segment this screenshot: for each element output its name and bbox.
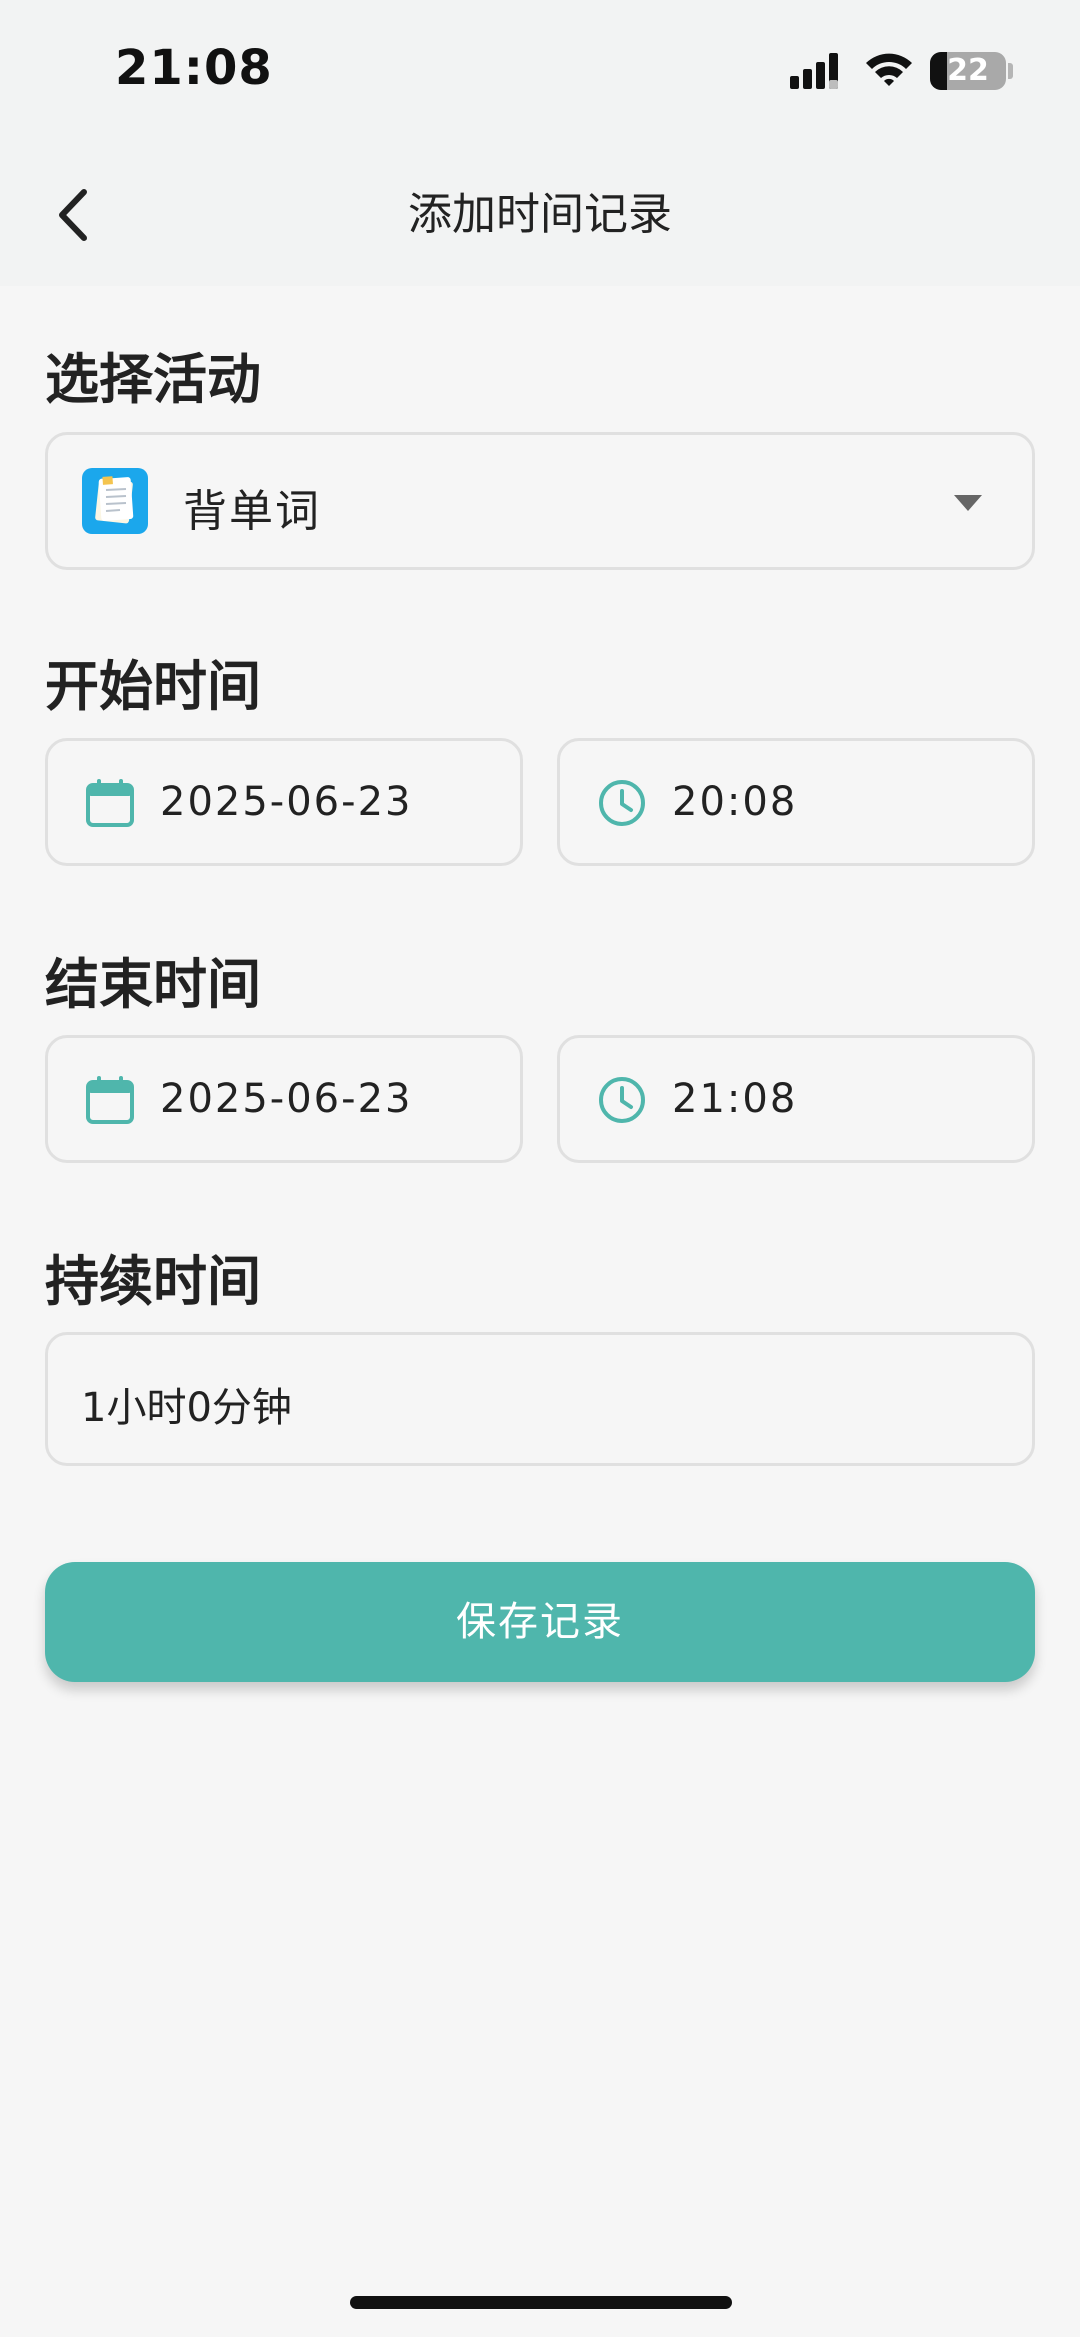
- activity-select[interactable]: 背单词: [45, 432, 1035, 570]
- end-time-field[interactable]: 21:08: [557, 1035, 1035, 1163]
- duration-value: 1小时0分钟: [81, 1385, 292, 1431]
- nav-bar: 添加时间记录: [0, 140, 1080, 286]
- status-bar: 21:08 22: [0, 0, 1080, 140]
- caret-down-icon: [954, 495, 982, 511]
- start-time-section-label: 开始时间: [45, 655, 261, 718]
- end-date-field[interactable]: 2025-06-23: [45, 1035, 523, 1163]
- selected-activity: 背单词: [183, 486, 321, 537]
- calendar-icon: [86, 779, 134, 827]
- battery-icon: 22: [930, 52, 1006, 90]
- duration-field: 1小时0分钟: [45, 1332, 1035, 1466]
- home-indicator[interactable]: [350, 2296, 732, 2309]
- battery-level: 22: [947, 53, 989, 88]
- notepad-icon: [82, 468, 148, 534]
- activity-section-label: 选择活动: [45, 348, 261, 411]
- end-time-section-label: 结束时间: [45, 953, 261, 1016]
- battery-cap: [1008, 63, 1013, 79]
- calendar-icon: [86, 1076, 134, 1124]
- end-time-value: 21:08: [672, 1076, 798, 1122]
- status-time: 21:08: [115, 40, 273, 96]
- start-time-field[interactable]: 20:08: [557, 738, 1035, 866]
- save-button[interactable]: 保存记录: [45, 1562, 1035, 1682]
- wifi-icon: [866, 53, 912, 86]
- page-title: 添加时间记录: [408, 189, 672, 240]
- cellular-signal-icon: [790, 53, 838, 89]
- start-date-field[interactable]: 2025-06-23: [45, 738, 523, 866]
- start-date-value: 2025-06-23: [160, 779, 413, 825]
- clock-icon: [599, 1077, 645, 1123]
- start-time-value: 20:08: [672, 779, 798, 825]
- duration-section-label: 持续时间: [45, 1250, 261, 1313]
- clock-icon: [599, 780, 645, 826]
- end-date-value: 2025-06-23: [160, 1076, 413, 1122]
